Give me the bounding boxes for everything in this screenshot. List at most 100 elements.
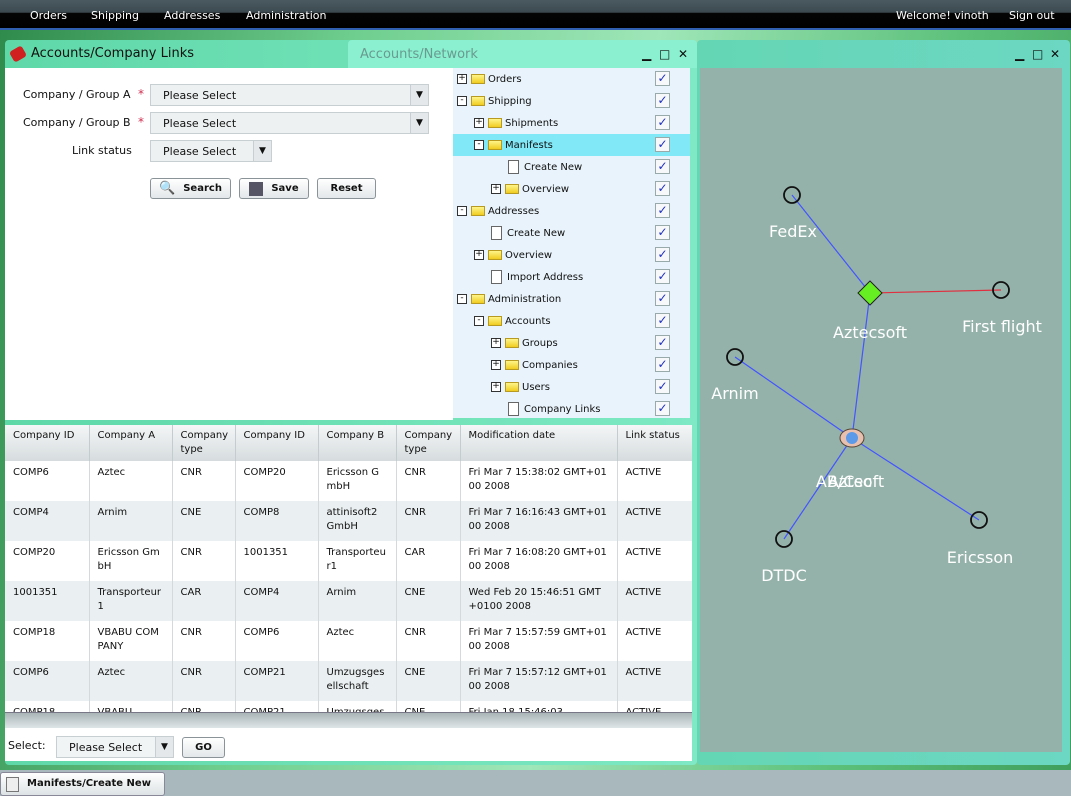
checkbox[interactable]: ✓ bbox=[655, 203, 670, 218]
table-cell: COMP8 bbox=[235, 501, 319, 541]
sign-out-link[interactable]: Sign out bbox=[1009, 9, 1055, 22]
checkbox[interactable]: ✓ bbox=[655, 379, 670, 394]
table-row[interactable]: COMP4 Arnim CNE COMP8 attinisoft2 GmbH CNR Fri… bbox=[5, 501, 692, 541]
collapse-icon[interactable]: - bbox=[474, 140, 484, 150]
menu-administration[interactable]: Administration bbox=[246, 9, 327, 22]
column-header[interactable]: Company ID bbox=[235, 425, 319, 461]
collapse-icon[interactable]: - bbox=[474, 316, 484, 326]
column-header[interactable]: Modification date bbox=[460, 425, 618, 461]
tree-item[interactable]: Import Address ✓ bbox=[453, 266, 690, 288]
checkbox[interactable]: ✓ bbox=[655, 93, 670, 108]
table-row[interactable]: COMP18 VBABU COMPANY CNR COMP6 Aztec CNR Fri M… bbox=[5, 621, 692, 661]
column-header[interactable]: Link status bbox=[617, 425, 692, 461]
tree-item[interactable]: + Overview ✓ bbox=[453, 244, 690, 266]
maximize-icon[interactable]: □ bbox=[659, 47, 670, 61]
page-icon bbox=[491, 226, 502, 240]
checkbox[interactable]: ✓ bbox=[655, 159, 670, 174]
checkbox[interactable]: ✓ bbox=[655, 335, 670, 350]
expand-icon[interactable]: + bbox=[474, 118, 484, 128]
table-row[interactable]: COMP20 Ericsson GmbH CNR 1001351 Transporteu… bbox=[5, 541, 692, 581]
close-icon[interactable]: ✕ bbox=[1050, 47, 1060, 61]
folder-icon bbox=[505, 382, 519, 392]
column-header[interactable]: Company A bbox=[89, 425, 173, 461]
tree-item[interactable]: - Shipping ✓ bbox=[453, 90, 690, 112]
expand-icon[interactable]: + bbox=[491, 360, 501, 370]
tab-accounts-network[interactable]: Accounts/Network ▁ □ ✕ bbox=[348, 40, 697, 68]
tree-item[interactable]: + Companies ✓ bbox=[453, 354, 690, 376]
link-status-select[interactable]: Please Select ▼ bbox=[150, 140, 272, 162]
checkbox[interactable]: ✓ bbox=[655, 181, 670, 196]
column-header[interactable]: Company type bbox=[396, 425, 461, 461]
graph-edge bbox=[791, 194, 871, 294]
tree-item[interactable]: + Shipments ✓ bbox=[453, 112, 690, 134]
chevron-down-icon[interactable]: ▼ bbox=[253, 141, 271, 161]
table-row[interactable]: 1001351 Transporteur 1 CAR COMP4 Arnim CNE Wed… bbox=[5, 581, 692, 621]
collapse-icon[interactable]: - bbox=[457, 206, 467, 216]
graph-node-aztecsoft[interactable] bbox=[857, 280, 883, 306]
column-header[interactable]: Company B bbox=[318, 425, 397, 461]
chevron-down-icon[interactable]: ▼ bbox=[410, 85, 428, 105]
checkbox[interactable]: ✓ bbox=[655, 247, 670, 262]
tree-item-label: Company Links bbox=[524, 403, 601, 415]
maximize-icon[interactable]: □ bbox=[1032, 47, 1043, 61]
table-cell: CNE bbox=[396, 661, 461, 701]
tree-item[interactable]: + Overview ✓ bbox=[453, 178, 690, 200]
expand-icon[interactable]: + bbox=[491, 184, 501, 194]
group-b-select[interactable]: Please Select ▼ bbox=[150, 112, 429, 134]
chevron-down-icon[interactable]: ▼ bbox=[155, 737, 173, 757]
expand-icon[interactable]: + bbox=[457, 74, 467, 84]
checkbox[interactable]: ✓ bbox=[655, 71, 670, 86]
table-cell: Umzugsgesellschaft bbox=[318, 661, 397, 701]
tree-item-label: Administration bbox=[488, 293, 562, 305]
minimize-icon[interactable]: ▁ bbox=[1015, 47, 1024, 61]
horizontal-scrollbar[interactable] bbox=[5, 712, 692, 728]
tree-item[interactable]: - Administration ✓ bbox=[453, 288, 690, 310]
taskbar-item-manifests[interactable]: Manifests/Create New bbox=[0, 772, 165, 796]
go-button[interactable]: GO bbox=[182, 737, 225, 758]
checkbox[interactable]: ✓ bbox=[655, 269, 670, 284]
tree-item[interactable]: - Addresses ✓ bbox=[453, 200, 690, 222]
expand-icon[interactable]: + bbox=[491, 382, 501, 392]
expand-icon[interactable]: + bbox=[491, 338, 501, 348]
checkbox[interactable]: ✓ bbox=[655, 225, 670, 240]
reset-button[interactable]: Reset bbox=[317, 178, 376, 199]
expand-icon[interactable]: + bbox=[474, 250, 484, 260]
folder-icon bbox=[505, 338, 519, 348]
save-button[interactable]: Save bbox=[239, 178, 309, 199]
checkbox[interactable]: ✓ bbox=[655, 115, 670, 130]
tree-item-label: Shipments bbox=[505, 117, 559, 129]
chevron-down-icon[interactable]: ▼ bbox=[410, 113, 428, 133]
table-row[interactable]: COMP6 Aztec CNR COMP21 Umzugsgesellschaft CNE… bbox=[5, 661, 692, 701]
close-icon[interactable]: ✕ bbox=[678, 47, 688, 61]
checkbox[interactable]: ✓ bbox=[655, 357, 670, 372]
group-a-select[interactable]: Please Select ▼ bbox=[150, 84, 429, 106]
tree-item[interactable]: + Users ✓ bbox=[453, 376, 690, 398]
table-cell: COMP21 bbox=[235, 661, 319, 701]
collapse-icon[interactable]: - bbox=[457, 294, 467, 304]
select-value: Please Select bbox=[163, 145, 237, 158]
tree-item[interactable]: - Manifests ✓ bbox=[453, 134, 690, 156]
checkbox[interactable]: ✓ bbox=[655, 313, 670, 328]
search-form: Company / Group A * Please Select ▼ Compa… bbox=[5, 68, 453, 420]
menu-addresses[interactable]: Addresses bbox=[164, 9, 220, 22]
column-header[interactable]: Company type bbox=[172, 425, 236, 461]
tree-item[interactable]: Create New ✓ bbox=[453, 222, 690, 244]
tree-item[interactable]: Create New ✓ bbox=[453, 156, 690, 178]
bottom-select[interactable]: Please Select ▼ bbox=[56, 736, 174, 758]
collapse-icon[interactable]: - bbox=[457, 96, 467, 106]
tree-item[interactable]: + Orders ✓ bbox=[453, 68, 690, 90]
table-row[interactable]: COMP6 Aztec CNR COMP20 Ericsson GmbH CNR Fri M… bbox=[5, 461, 692, 501]
search-button[interactable]: 🔍 Search bbox=[150, 178, 231, 199]
column-header[interactable]: Company ID bbox=[5, 425, 90, 461]
checkbox[interactable]: ✓ bbox=[655, 401, 670, 416]
checkbox[interactable]: ✓ bbox=[655, 137, 670, 152]
tree-item[interactable]: + Groups ✓ bbox=[453, 332, 690, 354]
checkbox[interactable]: ✓ bbox=[655, 291, 670, 306]
minimize-icon[interactable]: ▁ bbox=[642, 47, 651, 61]
tree-item[interactable]: - Accounts ✓ bbox=[453, 310, 690, 332]
menu-orders[interactable]: Orders bbox=[30, 9, 67, 22]
table-cell: Ericsson GmbH bbox=[89, 541, 173, 581]
menu-shipping[interactable]: Shipping bbox=[91, 9, 139, 22]
tree-item-label: Create New bbox=[524, 161, 583, 173]
tree-item[interactable]: Company Links ✓ bbox=[453, 398, 690, 420]
